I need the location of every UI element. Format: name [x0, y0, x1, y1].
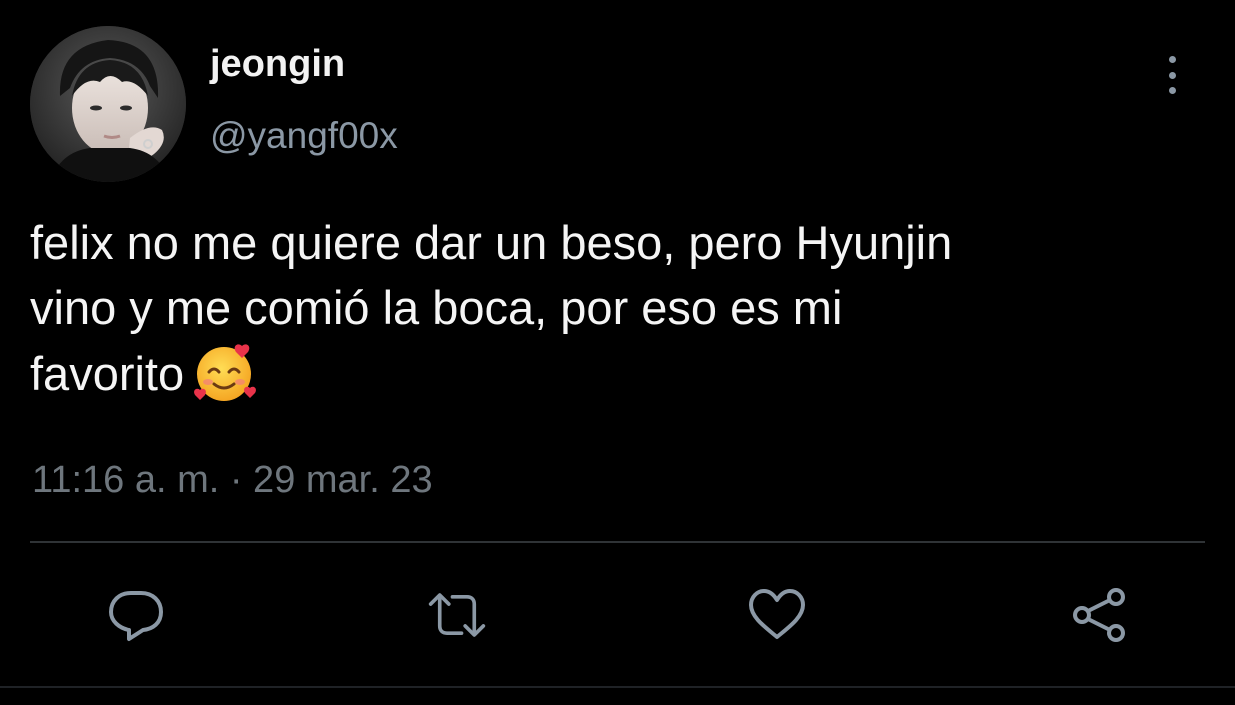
reply-icon [109, 591, 163, 641]
tweet-text-line-with-emoji: favorito [30, 340, 1200, 420]
tweet-text-line: favorito [30, 347, 185, 400]
tweet-text-line: vino y me comió la boca, por eso es mi [30, 281, 843, 334]
heart-icon [749, 589, 805, 639]
like-button[interactable] [747, 585, 807, 645]
tweet-text: felix no me quiere dar un beso, pero Hyu… [30, 210, 1200, 420]
tweet-text-line: felix no me quiere dar un beso, pero Hyu… [30, 216, 953, 269]
more-dot-icon [1168, 56, 1176, 63]
reply-button[interactable] [106, 585, 166, 645]
more-options-button[interactable] [1150, 50, 1194, 100]
retweet-button[interactable] [427, 585, 487, 645]
tweet-card: jeongin @yangf00x felix no me quiere dar… [0, 0, 1235, 705]
divider [30, 541, 1205, 543]
share-button[interactable] [1070, 585, 1130, 645]
bottom-divider [0, 686, 1235, 688]
author-display-name[interactable]: jeongin [210, 40, 345, 88]
avatar[interactable] [30, 26, 186, 182]
tweet-timestamp[interactable]: 11:16 a. m. · 29 mar. 23 [32, 455, 433, 505]
share-icon [1073, 588, 1125, 642]
more-dot-icon [1168, 87, 1176, 94]
more-dot-icon [1168, 71, 1176, 79]
avatar-image [30, 26, 186, 182]
retweet-icon [428, 593, 486, 637]
author-handle[interactable]: @yangf00x [210, 112, 398, 160]
smiling-face-with-hearts-icon [192, 340, 258, 420]
